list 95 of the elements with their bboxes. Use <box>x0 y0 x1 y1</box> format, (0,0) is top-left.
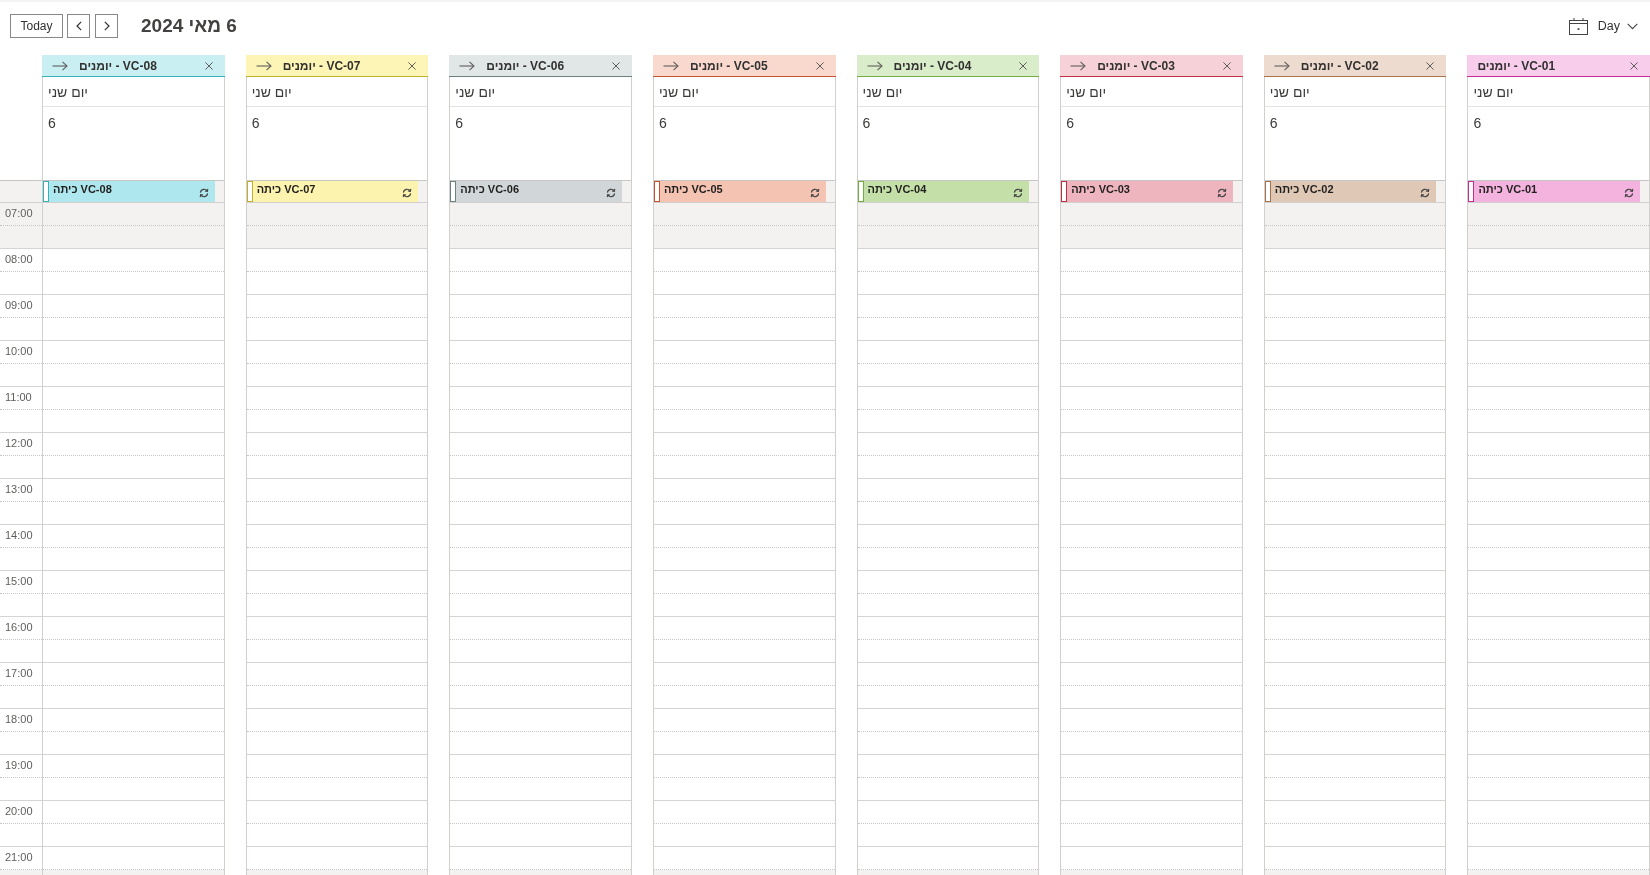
next-button[interactable] <box>95 14 118 38</box>
time-label: 08:00 <box>5 253 33 266</box>
event-marker-icon <box>1468 181 1475 202</box>
time-slot[interactable] <box>1061 203 1242 226</box>
all-day-event[interactable]: כיתה VC-08 <box>43 181 215 202</box>
calendar-title: יומנים - VC-02 <box>1300 57 1379 74</box>
day-name: יום שני <box>1066 82 1107 101</box>
arrow-right-icon[interactable] <box>255 60 272 71</box>
day-number: 6 <box>455 115 464 132</box>
time-slot[interactable] <box>1468 203 1649 226</box>
view-dropdown[interactable]: Day <box>1595 16 1640 36</box>
time-label: 12:00 <box>5 437 33 450</box>
time-slot[interactable] <box>1468 226 1649 249</box>
day-name: יום שני <box>658 82 699 101</box>
calendar-title: יומנים - VC-05 <box>689 57 768 74</box>
event-marker-icon <box>1061 181 1068 202</box>
all-day-event[interactable]: כיתה VC-07 <box>246 181 419 202</box>
close-icon[interactable] <box>1019 61 1028 70</box>
time-slot[interactable] <box>1264 203 1446 226</box>
all-day-event[interactable]: כיתה VC-05 <box>653 181 826 202</box>
all-day-event[interactable]: כיתה VC-04 <box>857 181 1030 202</box>
time-label: 20:00 <box>5 805 33 818</box>
time-slot[interactable] <box>857 226 1039 249</box>
time-label: 18:00 <box>5 713 33 726</box>
day-number: 6 <box>862 115 871 132</box>
chevron-left-icon <box>75 21 82 31</box>
time-slot[interactable] <box>653 226 835 249</box>
calendar-title: יומנים - VC-06 <box>486 57 565 74</box>
close-icon[interactable] <box>1222 61 1231 70</box>
date-title: 6 מאי 2024 <box>141 14 237 38</box>
day-number: 6 <box>251 115 260 132</box>
time-label: 21:00 <box>5 851 33 864</box>
time-label: 11:00 <box>5 391 32 404</box>
event-marker-icon <box>857 181 864 202</box>
calendar-title: יומנים - VC-01 <box>1477 57 1556 74</box>
event-marker-icon <box>246 181 253 202</box>
time-slot[interactable] <box>1264 226 1446 249</box>
previous-button[interactable] <box>67 14 90 38</box>
arrow-right-icon[interactable] <box>866 60 883 71</box>
calendar-icon[interactable] <box>1568 17 1588 35</box>
event-marker-icon <box>43 181 49 202</box>
day-name: יום שני <box>1269 82 1310 101</box>
arrow-right-icon[interactable] <box>1070 60 1087 71</box>
all-day-event[interactable]: כיתה VC-06 <box>450 181 622 202</box>
time-label: 14:00 <box>5 529 33 542</box>
time-label: 16:00 <box>5 621 33 634</box>
time-label: 19:00 <box>5 759 33 772</box>
day-number: 6 <box>48 115 56 132</box>
event-marker-icon <box>1264 181 1271 202</box>
chevron-right-icon <box>103 21 110 31</box>
day-name: יום שני <box>48 82 88 101</box>
all-day-event[interactable]: כיתה VC-02 <box>1264 181 1437 202</box>
day-number: 6 <box>1473 115 1482 132</box>
time-slot[interactable] <box>43 203 224 226</box>
time-label: 13:00 <box>5 483 33 496</box>
day-name: יום שני <box>455 82 496 101</box>
day-number: 6 <box>1269 115 1278 132</box>
arrow-right-icon[interactable] <box>52 60 68 71</box>
close-icon[interactable] <box>1630 61 1638 70</box>
time-label: 09:00 <box>5 299 33 312</box>
close-icon[interactable] <box>1426 61 1435 70</box>
day-name: יום שני <box>251 82 292 101</box>
close-icon[interactable] <box>815 61 824 70</box>
day-number: 6 <box>658 115 667 132</box>
arrow-right-icon[interactable] <box>1273 60 1290 71</box>
chevron-down-icon <box>1627 22 1638 30</box>
all-day-event[interactable]: כיתה VC-01 <box>1468 181 1640 202</box>
calendar-title: יומנים - VC-04 <box>893 57 972 74</box>
all-day-event[interactable]: כיתה VC-03 <box>1061 181 1233 202</box>
time-slot[interactable] <box>653 203 835 226</box>
event-marker-icon <box>653 181 660 202</box>
time-slot[interactable] <box>1061 226 1242 249</box>
time-label: 15:00 <box>5 575 33 588</box>
time-label: 07:00 <box>5 207 33 220</box>
today-button[interactable]: Today <box>10 14 63 38</box>
time-label: 10:00 <box>5 345 33 358</box>
day-name: יום שני <box>862 82 903 101</box>
calendar-title: יומנים - VC-07 <box>282 57 361 74</box>
time-slot[interactable] <box>450 226 631 249</box>
calendar-title: יומנים - VC-03 <box>1097 57 1175 74</box>
time-slot[interactable] <box>246 226 428 249</box>
calendar-title: יומנים - VC-08 <box>79 57 157 74</box>
close-icon[interactable] <box>611 61 620 70</box>
event-marker-icon <box>450 181 457 202</box>
time-slot[interactable] <box>246 203 428 226</box>
day-number: 6 <box>1066 115 1074 132</box>
day-name: יום שני <box>1473 82 1514 101</box>
time-slot[interactable] <box>43 226 224 249</box>
arrow-right-icon[interactable] <box>459 60 476 71</box>
close-icon[interactable] <box>204 61 213 70</box>
arrow-right-icon[interactable] <box>662 60 679 71</box>
close-icon[interactable] <box>408 61 417 70</box>
time-slot[interactable] <box>450 203 631 226</box>
time-slot[interactable] <box>857 203 1039 226</box>
time-label: 17:00 <box>5 667 33 680</box>
